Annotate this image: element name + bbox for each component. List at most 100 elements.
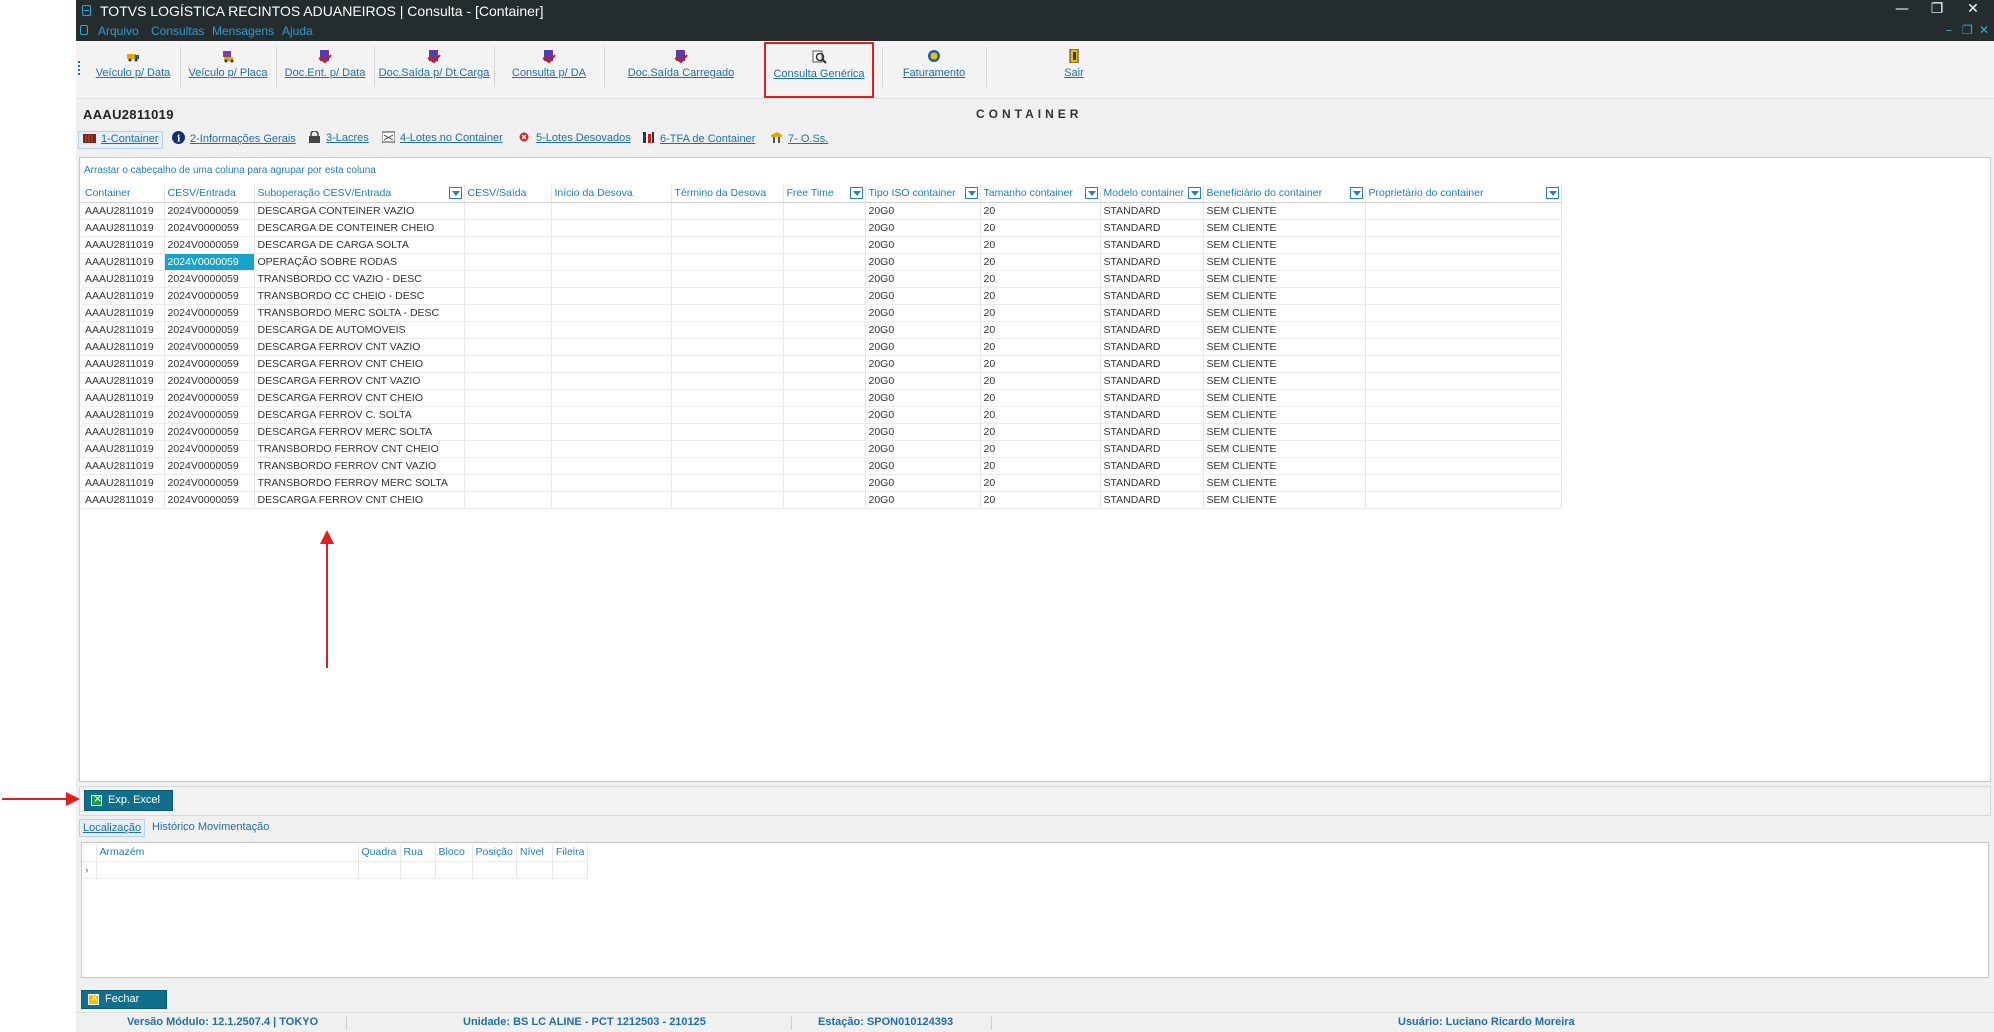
table-cell[interactable]: AAAU2811019 — [82, 389, 165, 407]
table-cell[interactable] — [1365, 304, 1562, 322]
table-cell[interactable]: 2024V0000059 — [164, 372, 255, 390]
table-cell[interactable] — [551, 491, 672, 509]
table-cell[interactable]: DESCARGA FERROV CNT CHEIO — [254, 355, 465, 373]
sair-button[interactable]: Sair — [1034, 47, 1114, 89]
table-cell[interactable] — [464, 440, 552, 458]
table-cell[interactable]: 20 — [980, 406, 1101, 424]
table-cell[interactable] — [1365, 202, 1562, 220]
tab-lotes-container[interactable]: 4-Lotes no Container — [381, 131, 503, 149]
table-cell[interactable] — [1365, 389, 1562, 407]
table-cell[interactable] — [551, 270, 672, 288]
column-header[interactable]: Término da Desova — [671, 185, 784, 203]
table-cell[interactable]: DESCARGA FERROV CNT CHEIO — [254, 389, 465, 407]
table-cell[interactable] — [464, 457, 552, 475]
table-cell[interactable]: AAAU2811019 — [82, 406, 165, 424]
table-row[interactable]: AAAU2811019 2024V0000059 DESCARGA FERROV C… — [82, 372, 1562, 390]
table-cell[interactable] — [1365, 236, 1562, 254]
table-cell[interactable] — [551, 474, 672, 492]
table-cell[interactable]: AAAU2811019 — [82, 219, 165, 237]
table-cell[interactable] — [783, 423, 866, 441]
table-cell[interactable]: STANDARD — [1100, 202, 1204, 220]
menu-arquivo[interactable]: Arquivo — [98, 24, 139, 38]
location-column-header[interactable]: Posição — [472, 844, 517, 862]
column-header[interactable]: Beneficiário do container — [1203, 185, 1366, 203]
table-row[interactable]: AAAU2811019 2024V0000059 TRANSBORDO FERROV… — [82, 474, 1562, 492]
table-cell[interactable]: 2024V0000059 — [164, 440, 255, 458]
table-cell[interactable] — [1365, 423, 1562, 441]
menu-ajuda[interactable]: Ajuda — [282, 24, 313, 38]
table-cell[interactable] — [464, 474, 552, 492]
table-cell[interactable] — [671, 355, 784, 373]
table-cell[interactable]: 20G0 — [865, 321, 981, 339]
location-column-header[interactable]: Fileira — [552, 844, 589, 862]
table-cell[interactable] — [783, 287, 866, 305]
table-cell[interactable]: 20G0 — [865, 440, 981, 458]
table-cell[interactable] — [671, 253, 784, 271]
table-cell[interactable]: STANDARD — [1100, 270, 1204, 288]
doc-saida-carga-button[interactable]: Doc.Saída p/ Dt.Carga — [376, 47, 492, 89]
table-cell[interactable]: 2024V0000059 — [164, 389, 255, 407]
table-cell[interactable]: STANDARD — [1100, 338, 1204, 356]
table-cell[interactable]: 20G0 — [865, 202, 981, 220]
table-cell[interactable]: TRANSBORDO CC CHEIO - DESC — [254, 287, 465, 305]
table-cell[interactable]: DESCARGA DE CARGA SOLTA — [254, 236, 465, 254]
table-row[interactable]: AAAU2811019 2024V0000059 DESCARGA FERROV C… — [82, 406, 1562, 424]
table-cell[interactable] — [551, 338, 672, 356]
table-row[interactable]: AAAU2811019 2024V0000059 DESCARGA CONTEINE… — [82, 202, 1562, 220]
table-cell[interactable] — [783, 304, 866, 322]
veiculo-data-button[interactable]: Veículo p/ Data — [88, 47, 178, 89]
table-cell[interactable]: SEM CLIENTE — [1203, 270, 1366, 288]
tab-tfa-container[interactable]: 6-TFA de Container — [642, 131, 755, 149]
table-cell[interactable]: DESCARGA FERROV CNT VAZIO — [254, 372, 465, 390]
fechar-button[interactable]: Fechar — [81, 990, 167, 1009]
table-cell[interactable]: 2024V0000059 — [164, 491, 255, 509]
table-cell[interactable] — [464, 270, 552, 288]
table-row[interactable]: AAAU2811019 2024V0000059 DESCARGA DE AUTOM… — [82, 321, 1562, 339]
table-cell[interactable]: SEM CLIENTE — [1203, 253, 1366, 271]
close-window-button[interactable]: ✕ — [1958, 0, 1988, 22]
table-cell[interactable] — [1365, 253, 1562, 271]
table-cell[interactable]: 20 — [980, 457, 1101, 475]
menu-consultas[interactable]: Consultas — [151, 24, 204, 38]
tab-historico-movimentacao[interactable]: Histórico Movimentação — [149, 819, 272, 837]
table-cell[interactable] — [671, 270, 784, 288]
table-row[interactable]: AAAU2811019 2024V0000059 DESCARGA FERROV C… — [82, 389, 1562, 407]
table-cell[interactable]: 2024V0000059 — [164, 338, 255, 356]
table-cell[interactable]: TRANSBORDO FERROV CNT CHEIO — [254, 440, 465, 458]
table-cell[interactable]: STANDARD — [1100, 287, 1204, 305]
filter-dropdown-icon[interactable] — [1187, 187, 1201, 199]
minimize-button[interactable]: — — [1887, 0, 1917, 22]
table-cell[interactable] — [671, 457, 784, 475]
table-cell[interactable]: STANDARD — [1100, 457, 1204, 475]
tab-localizacao[interactable]: Localização — [79, 819, 146, 837]
table-cell[interactable]: AAAU2811019 — [82, 304, 165, 322]
table-cell[interactable]: TRANSBORDO FERROV CNT VAZIO — [254, 457, 465, 475]
filter-dropdown-icon[interactable] — [964, 187, 978, 199]
table-cell[interactable] — [671, 219, 784, 237]
table-cell[interactable] — [551, 236, 672, 254]
table-cell[interactable]: AAAU2811019 — [82, 372, 165, 390]
table-cell[interactable] — [671, 202, 784, 220]
table-cell[interactable]: SEM CLIENTE — [1203, 423, 1366, 441]
toolbar-grip[interactable] — [78, 61, 81, 75]
table-cell[interactable] — [551, 287, 672, 305]
table-cell[interactable] — [551, 202, 672, 220]
table-cell[interactable]: 20 — [980, 440, 1101, 458]
table-cell[interactable]: SEM CLIENTE — [1203, 491, 1366, 509]
table-cell[interactable] — [1365, 440, 1562, 458]
table-cell[interactable] — [671, 406, 784, 424]
table-cell[interactable] — [464, 202, 552, 220]
export-excel-button[interactable]: Exp. Excel — [84, 790, 173, 811]
table-cell[interactable] — [783, 474, 866, 492]
table-cell[interactable] — [1365, 355, 1562, 373]
table-cell[interactable]: TRANSBORDO CC VAZIO - DESC — [254, 270, 465, 288]
child-minimize-button[interactable]: – — [1946, 23, 1952, 37]
table-row[interactable]: AAAU2811019 2024V0000059 TRANSBORDO CC VAZ… — [82, 270, 1562, 288]
table-row[interactable]: AAAU2811019 2024V0000059 DESCARGA FERROV C… — [82, 355, 1562, 373]
table-cell[interactable] — [1365, 287, 1562, 305]
table-cell[interactable] — [1365, 372, 1562, 390]
table-cell[interactable] — [783, 253, 866, 271]
table-cell[interactable] — [783, 372, 866, 390]
table-cell[interactable]: 20 — [980, 270, 1101, 288]
table-cell[interactable]: 20G0 — [865, 406, 981, 424]
